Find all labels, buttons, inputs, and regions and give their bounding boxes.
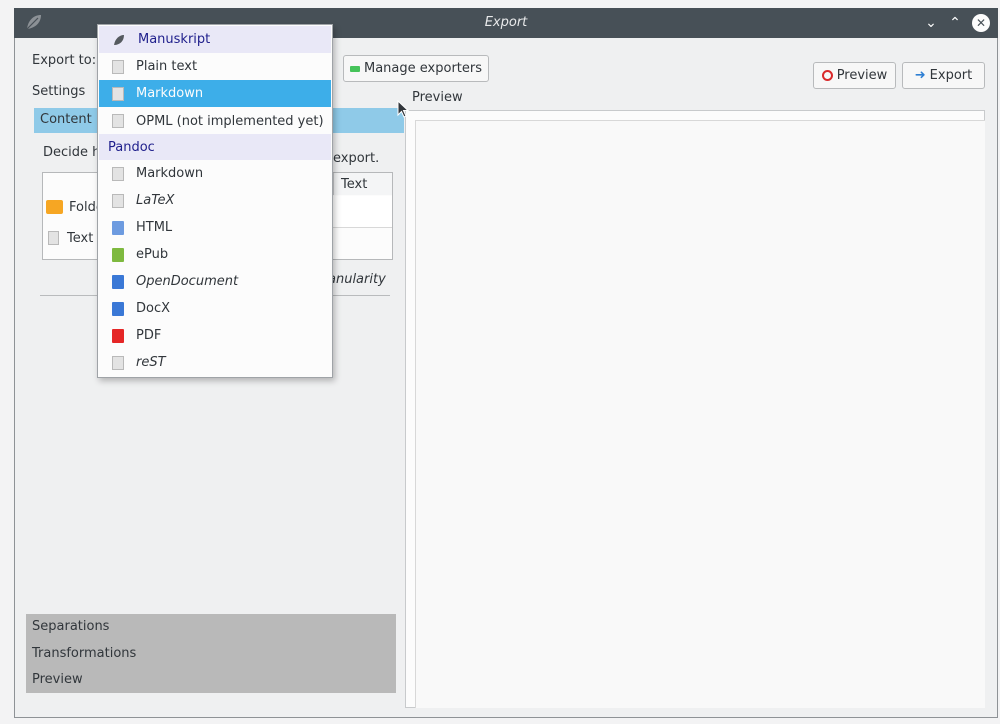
text-doc-icon [48, 231, 59, 245]
tree-column-header[interactable]: Text [333, 173, 392, 195]
markdown-doc-icon [112, 166, 124, 181]
html-doc-icon [112, 220, 124, 235]
manage-exporters-label: Manage exporters [364, 61, 482, 76]
menu-item-opml[interactable]: OPML (not implemented yet) [99, 107, 331, 135]
markdown-doc-icon [112, 86, 124, 101]
menu-item-label: Plain text [136, 59, 198, 74]
preview-button-label: Preview [836, 68, 888, 83]
granularity-label: anularity [328, 272, 386, 287]
plugin-icon [350, 65, 360, 72]
menu-group-label: Manuskript [138, 32, 211, 47]
section-transformations[interactable]: Transformations [26, 640, 396, 667]
section-separations[interactable]: Separations [26, 614, 396, 640]
tree-row-text[interactable]: Text [44, 225, 93, 251]
menu-item-pandoc-markdown[interactable]: Markdown [99, 160, 331, 187]
settings-label: Settings [32, 84, 86, 99]
menu-item-label: OPML (not implemented yet) [136, 113, 324, 129]
menu-item-label: DocX [136, 301, 171, 316]
tree-row-label: Text [67, 230, 94, 246]
folder-icon [46, 200, 63, 214]
opendocument-doc-icon [112, 274, 124, 289]
menu-group-pandoc: Pandoc [99, 134, 331, 160]
menu-item-label: Markdown [136, 86, 204, 101]
epub-doc-icon [112, 247, 124, 262]
menu-item-latex[interactable]: LaTeX [99, 187, 331, 214]
menu-group-manuskript: Manuskript [99, 26, 331, 53]
maximize-button[interactable]: ⌃ [946, 14, 964, 32]
content-description-start: Decide h [43, 145, 101, 160]
export-to-label: Export to: [32, 53, 97, 68]
menu-item-label: reST [136, 355, 166, 370]
export-arrow-icon: ➜ [914, 68, 926, 83]
manuskript-leaf-icon [114, 34, 124, 45]
manage-exporters-button[interactable]: Manage exporters [343, 55, 489, 82]
menu-item-label: ePub [136, 247, 169, 262]
preview-button[interactable]: Preview [813, 62, 896, 89]
tree-row-folder[interactable]: Folde [44, 194, 104, 220]
preview-canvas [415, 120, 985, 708]
tree-col-text: Text [341, 177, 368, 192]
section-preview[interactable]: Preview [26, 667, 396, 693]
menu-item-label: OpenDocument [136, 274, 239, 289]
menu-item-docx[interactable]: DocX [99, 295, 331, 322]
menu-group-label: Pandoc [108, 139, 155, 155]
menu-item-label: Markdown [136, 166, 204, 181]
export-format-dropdown[interactable]: Manuskript Plain text Markdown OPML (not… [97, 24, 333, 378]
menu-item-label: LaTeX [136, 193, 175, 208]
menu-item-markdown[interactable]: Markdown [99, 80, 331, 107]
preview-section-label: Preview [412, 90, 463, 105]
docx-doc-icon [112, 301, 124, 316]
tree-cell [333, 196, 392, 228]
text-doc-icon [112, 59, 124, 74]
preview-icon [821, 70, 833, 81]
export-button[interactable]: ➜ Export [902, 62, 985, 89]
menu-item-epub[interactable]: ePub [99, 241, 331, 268]
menu-item-plain-text[interactable]: Plain text [99, 53, 331, 80]
menu-item-opendocument[interactable]: OpenDocument [99, 268, 331, 295]
latex-doc-icon [112, 193, 124, 208]
menu-item-label: PDF [136, 328, 162, 343]
content-tab-label: Content [40, 112, 92, 127]
minimize-button[interactable]: ⌄ [922, 14, 940, 32]
content-description-end: export. [333, 151, 380, 166]
mouse-cursor-icon [397, 100, 409, 118]
app-leaf-icon [26, 15, 41, 30]
menu-item-rest[interactable]: reST [99, 349, 331, 376]
export-button-label: Export [929, 68, 973, 83]
rest-doc-icon [112, 355, 124, 370]
menu-item-label: HTML [136, 220, 173, 235]
menu-item-pdf[interactable]: PDF [99, 322, 331, 349]
menu-item-html[interactable]: HTML [99, 214, 331, 241]
close-button[interactable]: ✕ [972, 14, 990, 32]
pdf-doc-icon [112, 328, 124, 343]
opml-doc-icon [112, 114, 124, 128]
